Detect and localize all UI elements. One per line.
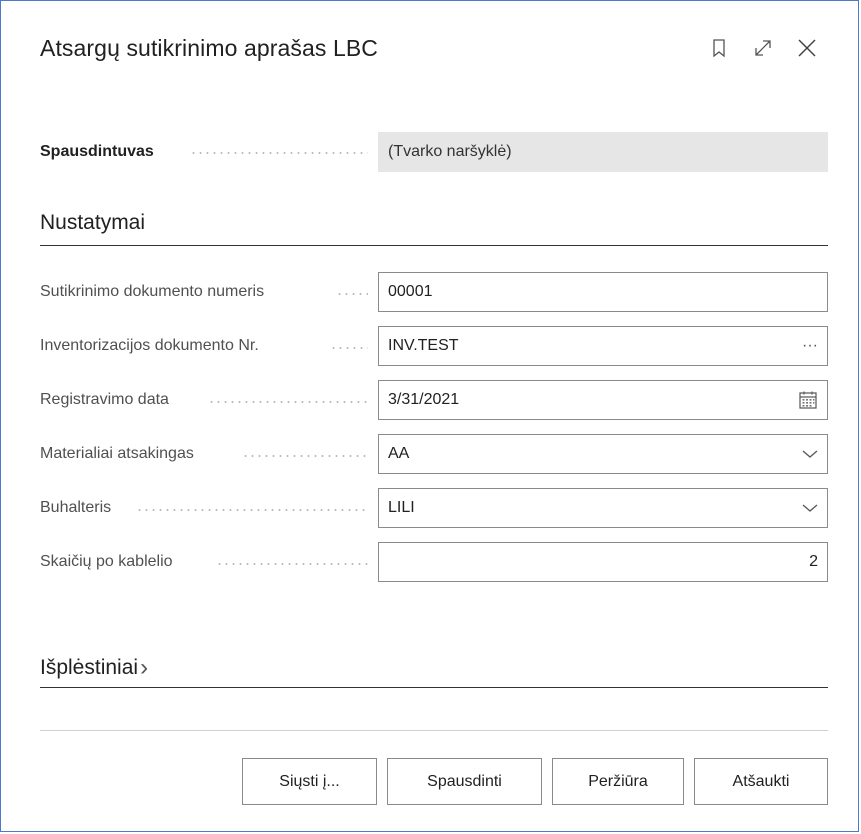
field-decimal-places: Skaičių po kablelio 2 — [40, 542, 828, 582]
field-label: Skaičių po kablelio — [40, 553, 173, 570]
field-posting-date: Registravimo data 3/31/2021 — [40, 380, 828, 420]
send-to-button[interactable]: Siųsti į... — [242, 758, 377, 805]
leader-dots — [330, 347, 368, 349]
printer-row: Spausdintuvas (Tvarko naršyklė) — [40, 132, 828, 172]
chevron-right-icon: › — [140, 654, 149, 681]
preview-button[interactable]: Peržiūra — [552, 758, 684, 805]
footer-divider — [40, 730, 828, 731]
field-label: Materialiai atsakingas — [40, 445, 194, 462]
inventory-doc-number-value: INV.TEST — [388, 337, 459, 354]
leader-dots — [190, 152, 368, 154]
dialog-title: Atsargų sutikrinimo aprašas LBC — [40, 35, 379, 61]
responsible-person-select[interactable]: AA — [378, 434, 828, 474]
report-request-dialog: Atsargų sutikrinimo aprašas LBC Spausdin… — [0, 0, 859, 832]
printer-value: (Tvarko naršyklė) — [378, 132, 828, 172]
settings-section-title[interactable]: Nustatymai — [40, 211, 145, 235]
bookmark-icon[interactable] — [708, 37, 730, 59]
posting-date-value: 3/31/2021 — [388, 391, 460, 408]
decimal-places-input[interactable]: 2 — [378, 542, 828, 582]
field-label: Inventorizacijos dokumento Nr. — [40, 337, 259, 354]
accountant-select[interactable]: LILI — [378, 488, 828, 528]
title-actions — [708, 37, 818, 59]
close-icon[interactable] — [796, 37, 818, 59]
responsible-person-value: AA — [388, 445, 410, 462]
chevron-down-icon[interactable] — [802, 435, 818, 473]
leader-dots — [208, 401, 368, 403]
leader-dots — [136, 509, 368, 511]
field-accountant: Buhalteris LILI — [40, 488, 828, 528]
leader-dots — [242, 455, 368, 457]
print-button[interactable]: Spausdinti — [387, 758, 542, 805]
advanced-section-line — [40, 687, 828, 688]
expand-icon[interactable] — [752, 37, 774, 59]
field-responsible-person: Materialiai atsakingas AA — [40, 434, 828, 474]
posting-date-input[interactable]: 3/31/2021 — [378, 380, 828, 420]
inventory-doc-number-input[interactable]: INV.TEST ··· — [378, 326, 828, 366]
leader-dots — [216, 563, 368, 565]
advanced-section-header[interactable]: Išplėstiniai› — [40, 653, 148, 681]
cancel-button[interactable]: Atšaukti — [694, 758, 828, 805]
lookup-ellipsis-icon[interactable]: ··· — [802, 327, 818, 365]
chevron-down-icon[interactable] — [802, 489, 818, 527]
field-inventory-doc-number: Inventorizacijos dokumento Nr. INV.TEST … — [40, 326, 828, 366]
reconciliation-doc-number-input[interactable]: 00001 — [378, 272, 828, 312]
calendar-icon[interactable] — [798, 381, 818, 419]
printer-label: Spausdintuvas — [40, 143, 154, 160]
accountant-value: LILI — [388, 499, 415, 516]
settings-section-line — [40, 245, 828, 246]
field-reconciliation-doc-number: Sutikrinimo dokumento numeris 00001 — [40, 272, 828, 312]
field-label: Sutikrinimo dokumento numeris — [40, 283, 265, 300]
leader-dots — [336, 293, 368, 295]
field-label: Registravimo data — [40, 391, 169, 408]
advanced-section-title: Išplėstiniai — [40, 656, 139, 679]
field-label: Buhalteris — [40, 499, 112, 516]
